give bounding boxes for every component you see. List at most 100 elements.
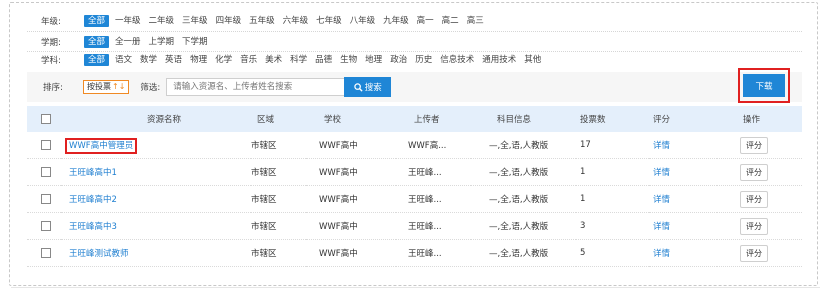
resource-name-link[interactable]: 王旺峰高中1: [69, 168, 117, 178]
col-header-rating: 评分: [649, 106, 717, 132]
grade-option[interactable]: 全部: [84, 15, 110, 27]
subject-option[interactable]: 化学: [213, 54, 234, 66]
col-header-subject: 科目信息: [471, 106, 576, 132]
term-option[interactable]: 上学期: [147, 36, 177, 48]
grade-option[interactable]: 三年级: [180, 15, 210, 27]
subject-info-cell: —,全,语,人教版: [471, 158, 576, 186]
grade-option[interactable]: 高一: [415, 15, 436, 27]
region-cell: 市辖区: [251, 185, 306, 213]
table-row: 王旺峰高中3 市辖区 WWF高中 王旺峰... —,全,语,人教版 3 详情 评…: [27, 212, 802, 240]
filter-divider: [27, 51, 802, 52]
term-option[interactable]: 全部: [84, 36, 110, 48]
school-cell: WWF高中: [306, 212, 396, 240]
uploader-cell: WWF高...: [396, 132, 471, 159]
grade-option[interactable]: 八年级: [348, 15, 378, 27]
select-all-cell: [27, 106, 61, 132]
subject-option[interactable]: 语文: [113, 54, 134, 66]
frame-shadow: [11, 285, 820, 288]
grade-option[interactable]: 五年级: [247, 15, 277, 27]
col-header-uploader: 上传者: [396, 106, 471, 132]
subject-option[interactable]: 物理: [188, 54, 209, 66]
grade-option[interactable]: 二年级: [147, 15, 177, 27]
grade-filter-label: 年级:: [41, 17, 61, 27]
grade-option[interactable]: 高二: [440, 15, 461, 27]
resource-name-link[interactable]: WWF高中管理员: [65, 138, 138, 154]
col-header-action: 操作: [717, 106, 802, 132]
col-header-name: 资源名称: [61, 106, 251, 132]
rate-button[interactable]: 评分: [740, 244, 768, 262]
grade-option[interactable]: 九年级: [381, 15, 411, 27]
term-option[interactable]: 下学期: [180, 36, 210, 48]
search-button[interactable]: 搜索: [344, 77, 392, 97]
term-options: 全部 全一册 上学期 下学期: [84, 36, 214, 48]
rate-button[interactable]: 评分: [740, 136, 768, 154]
votes-cell: 1: [576, 158, 649, 186]
detail-link[interactable]: 详情: [653, 168, 670, 178]
sort-label: 排序:: [43, 83, 63, 93]
uploader-cell: 王旺峰...: [396, 158, 471, 186]
sort-search-bar: 排序: 按投票↑↓ 筛选: 搜索: [27, 72, 802, 102]
subject-option[interactable]: 地理: [363, 54, 384, 66]
subject-option[interactable]: 历史: [413, 54, 434, 66]
grade-option[interactable]: 四年级: [214, 15, 244, 27]
download-button[interactable]: 下载: [743, 74, 785, 97]
filter-label: 筛选:: [140, 83, 161, 93]
filter-divider: [27, 31, 802, 32]
detail-link[interactable]: 详情: [653, 222, 670, 232]
votes-cell: 17: [576, 132, 649, 159]
subject-option[interactable]: 数学: [138, 54, 159, 66]
term-option[interactable]: 全一册: [113, 36, 143, 48]
votes-cell: 3: [576, 212, 649, 240]
table-row: 王旺峰高中2 市辖区 WWF高中 王旺峰... —,全,语,人教版 1 详情 评…: [27, 185, 802, 213]
uploader-cell: 王旺峰...: [396, 239, 471, 267]
subject-option[interactable]: 音乐: [238, 54, 259, 66]
rate-button[interactable]: 评分: [740, 190, 768, 208]
col-header-region: 区域: [251, 106, 306, 132]
subject-option[interactable]: 信息技术: [438, 54, 476, 66]
rate-button[interactable]: 评分: [740, 217, 768, 235]
subject-option[interactable]: 美术: [263, 54, 284, 66]
resource-name-link[interactable]: 王旺峰高中2: [69, 195, 117, 205]
subject-option[interactable]: 其他: [522, 54, 543, 66]
grade-option[interactable]: 一年级: [113, 15, 143, 27]
subject-option[interactable]: 生物: [338, 54, 359, 66]
row-checkbox[interactable]: [41, 247, 51, 258]
select-all-checkbox[interactable]: [41, 113, 51, 124]
grade-option[interactable]: 七年级: [314, 15, 344, 27]
search-input[interactable]: [166, 78, 346, 96]
subject-option[interactable]: 全部: [84, 54, 110, 66]
sort-by-votes-label: 按投票: [87, 82, 111, 91]
grade-option[interactable]: 六年级: [281, 15, 311, 27]
row-checkbox[interactable]: [41, 193, 51, 204]
subject-option[interactable]: 英语: [163, 54, 184, 66]
subject-info-cell: —,全,语,人教版: [471, 185, 576, 213]
resource-name-link[interactable]: 王旺峰测试教师: [69, 249, 129, 259]
resource-table: 资源名称 区域 学校 上传者 科目信息 投票数 评分 操作 WWF高中管理员 市…: [27, 106, 802, 267]
subject-info-cell: —,全,语,人教版: [471, 239, 576, 267]
table-header-row: 资源名称 区域 学校 上传者 科目信息 投票数 评分 操作: [27, 106, 802, 132]
detail-link[interactable]: 详情: [653, 249, 670, 259]
detail-link[interactable]: 详情: [653, 195, 670, 205]
col-header-votes: 投票数: [576, 106, 649, 132]
rate-button[interactable]: 评分: [740, 163, 768, 181]
region-cell: 市辖区: [251, 132, 306, 159]
school-cell: WWF高中: [306, 239, 396, 267]
subject-option[interactable]: 科学: [288, 54, 309, 66]
subject-options: 全部 语文 数学 英语 物理 化学 音乐 美术 科学 品德 生物 地理 政治 历史 信息技术 通用技术 其他: [84, 54, 547, 66]
subject-option[interactable]: 政治: [388, 54, 409, 66]
search-icon: [354, 82, 363, 92]
grade-option[interactable]: 高三: [465, 15, 486, 27]
download-highlight: 下载: [738, 68, 790, 103]
row-checkbox[interactable]: [41, 166, 51, 177]
term-filter-label: 学期:: [41, 38, 61, 48]
detail-link[interactable]: 详情: [653, 141, 670, 151]
row-checkbox[interactable]: [41, 139, 51, 150]
subject-option[interactable]: 通用技术: [480, 54, 518, 66]
sort-arrows-icon: ↑↓: [112, 82, 126, 91]
col-header-school: 学校: [306, 106, 396, 132]
resource-name-link[interactable]: 王旺峰高中3: [69, 222, 117, 232]
search-button-label: 搜索: [364, 83, 382, 93]
subject-option[interactable]: 品德: [313, 54, 334, 66]
sort-by-votes-button[interactable]: 按投票↑↓: [83, 80, 130, 94]
row-checkbox[interactable]: [41, 220, 51, 231]
